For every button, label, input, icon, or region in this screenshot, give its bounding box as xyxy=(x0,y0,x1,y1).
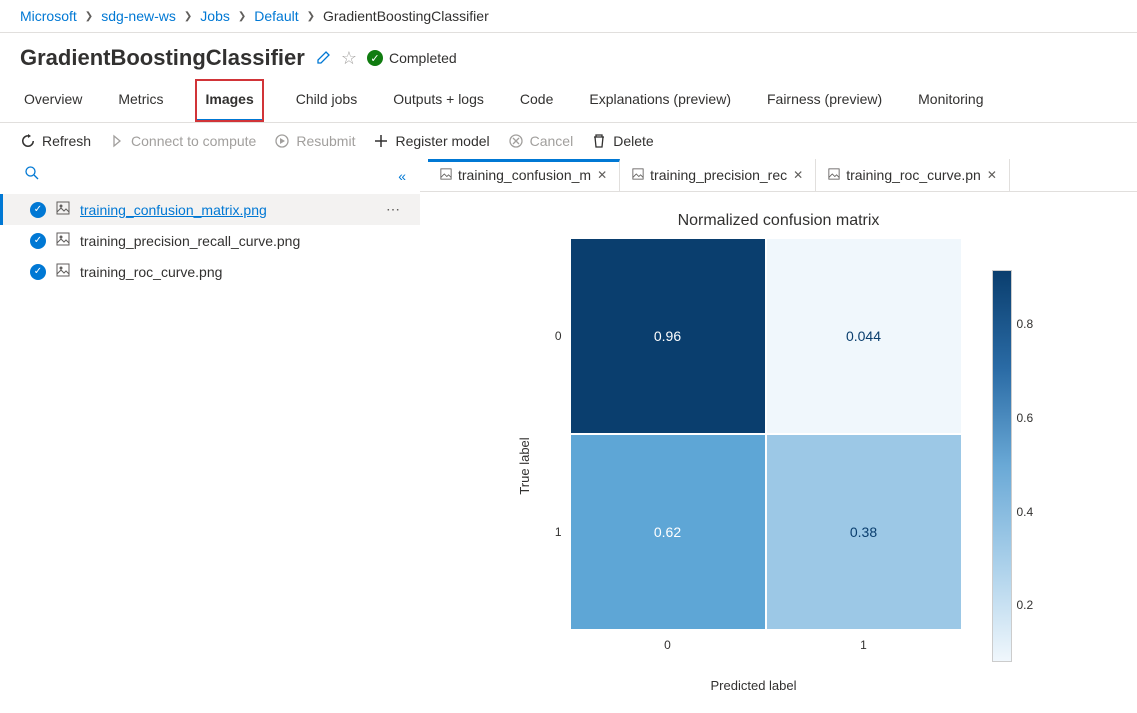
colorbar: 0.8 0.6 0.4 0.2 xyxy=(992,270,1012,662)
tab-metrics[interactable]: Metrics xyxy=(114,79,167,122)
status-dot-icon: ✓ xyxy=(30,202,46,218)
status-dot-icon: ✓ xyxy=(30,233,46,249)
heatmap-cell: 0.62 xyxy=(570,434,766,630)
breadcrumb-item[interactable]: Microsoft xyxy=(20,8,77,24)
heatmap: True label 0 0.96 0.044 1 0.62 0.38 0 1 … xyxy=(546,238,962,693)
delete-button[interactable]: Delete xyxy=(591,133,653,149)
y-tick: 1 xyxy=(546,434,570,630)
page-title: GradientBoostingClassifier xyxy=(20,45,305,71)
colorbar-tick: 0.2 xyxy=(1017,598,1034,612)
heatmap-cell: 0.96 xyxy=(570,238,766,434)
cancel-label: Cancel xyxy=(530,133,574,149)
chart: Normalized confusion matrix True label 0… xyxy=(420,192,1137,713)
chart-title: Normalized confusion matrix xyxy=(460,212,1097,230)
tab-overview[interactable]: Overview xyxy=(20,79,86,122)
close-icon[interactable]: ✕ xyxy=(597,168,607,182)
file-row[interactable]: ✓ training_confusion_matrix.png ⋯ xyxy=(0,194,420,225)
register-label: Register model xyxy=(395,133,489,149)
resubmit-label: Resubmit xyxy=(296,133,355,149)
chevron-right-icon: ❯ xyxy=(238,11,246,22)
x-tick: 1 xyxy=(766,630,962,654)
sidebar: « ✓ training_confusion_matrix.png ⋯ ✓ tr… xyxy=(0,159,420,713)
colorbar-tick: 0.4 xyxy=(1017,505,1034,519)
main-area: « ✓ training_confusion_matrix.png ⋯ ✓ tr… xyxy=(0,159,1137,713)
image-file-icon xyxy=(632,167,644,183)
title-row: GradientBoostingClassifier ☆ ✓ Completed xyxy=(0,33,1137,79)
refresh-label: Refresh xyxy=(42,133,91,149)
file-row[interactable]: ✓ training_roc_curve.png xyxy=(0,256,420,287)
image-file-icon xyxy=(828,167,840,183)
search-icon[interactable] xyxy=(24,165,40,186)
y-tick: 0 xyxy=(546,238,570,434)
star-icon[interactable]: ☆ xyxy=(341,48,357,69)
delete-label: Delete xyxy=(613,133,653,149)
filename: training_roc_curve.png xyxy=(80,264,408,280)
more-icon[interactable]: ⋯ xyxy=(378,201,408,218)
edit-icon[interactable] xyxy=(315,50,331,66)
breadcrumb-current: GradientBoostingClassifier xyxy=(323,8,489,24)
cancel-button[interactable]: Cancel xyxy=(508,133,574,149)
image-file-icon xyxy=(56,263,70,280)
resubmit-button[interactable]: Resubmit xyxy=(274,133,355,149)
status-label: Completed xyxy=(389,50,457,66)
collapse-icon[interactable]: « xyxy=(398,168,406,184)
close-icon[interactable]: ✕ xyxy=(987,168,997,182)
x-axis-label: Predicted label xyxy=(546,678,962,693)
status-dot-icon: ✓ xyxy=(30,264,46,280)
y-axis-label: True label xyxy=(517,437,532,494)
check-circle-icon: ✓ xyxy=(367,50,383,66)
breadcrumb-item[interactable]: Default xyxy=(254,8,298,24)
connect-button[interactable]: Connect to compute xyxy=(109,133,256,149)
heatmap-cell: 0.044 xyxy=(766,238,962,434)
connect-label: Connect to compute xyxy=(131,133,256,149)
breadcrumb-item[interactable]: Jobs xyxy=(200,8,230,24)
toolbar: Refresh Connect to compute Resubmit Regi… xyxy=(0,123,1137,159)
x-tick: 0 xyxy=(570,630,766,654)
filename: training_precision_recall_curve.png xyxy=(80,233,408,249)
chevron-right-icon: ❯ xyxy=(184,11,192,22)
image-file-icon xyxy=(56,201,70,218)
file-tab-label: training_confusion_m xyxy=(458,167,591,183)
breadcrumb: Microsoft ❯ sdg-new-ws ❯ Jobs ❯ Default ❯ Gr… xyxy=(0,0,1137,33)
file-row[interactable]: ✓ training_precision_recall_curve.png xyxy=(0,225,420,256)
tab-images[interactable]: Images xyxy=(195,79,263,122)
image-file-icon xyxy=(440,167,452,183)
file-tabs: training_confusion_m ✕ training_precisio… xyxy=(420,159,1137,192)
sidebar-head: « xyxy=(0,159,420,194)
register-button[interactable]: Register model xyxy=(373,133,489,149)
breadcrumb-item[interactable]: sdg-new-ws xyxy=(101,8,176,24)
file-tab[interactable]: training_roc_curve.pn ✕ xyxy=(816,159,1010,191)
status-badge: ✓ Completed xyxy=(367,50,457,66)
colorbar-tick: 0.6 xyxy=(1017,411,1034,425)
tab-childjobs[interactable]: Child jobs xyxy=(292,79,361,122)
file-list: ✓ training_confusion_matrix.png ⋯ ✓ trai… xyxy=(0,194,420,287)
close-icon[interactable]: ✕ xyxy=(793,168,803,182)
tab-explanations[interactable]: Explanations (preview) xyxy=(585,79,735,122)
tab-outputs[interactable]: Outputs + logs xyxy=(389,79,488,122)
refresh-button[interactable]: Refresh xyxy=(20,133,91,149)
heatmap-cell: 0.38 xyxy=(766,434,962,630)
tabs: Overview Metrics Images Child jobs Outpu… xyxy=(0,79,1137,123)
chevron-right-icon: ❯ xyxy=(85,11,93,22)
tab-fairness[interactable]: Fairness (preview) xyxy=(763,79,886,122)
chevron-right-icon: ❯ xyxy=(307,11,315,22)
file-tab-label: training_roc_curve.pn xyxy=(846,167,981,183)
tab-monitoring[interactable]: Monitoring xyxy=(914,79,987,122)
tab-code[interactable]: Code xyxy=(516,79,557,122)
content: training_confusion_m ✕ training_precisio… xyxy=(420,159,1137,713)
image-file-icon xyxy=(56,232,70,249)
file-tab[interactable]: training_confusion_m ✕ xyxy=(428,159,620,191)
colorbar-tick: 0.8 xyxy=(1017,317,1034,331)
file-tab[interactable]: training_precision_rec ✕ xyxy=(620,159,816,191)
file-tab-label: training_precision_rec xyxy=(650,167,787,183)
filename: training_confusion_matrix.png xyxy=(80,202,368,218)
